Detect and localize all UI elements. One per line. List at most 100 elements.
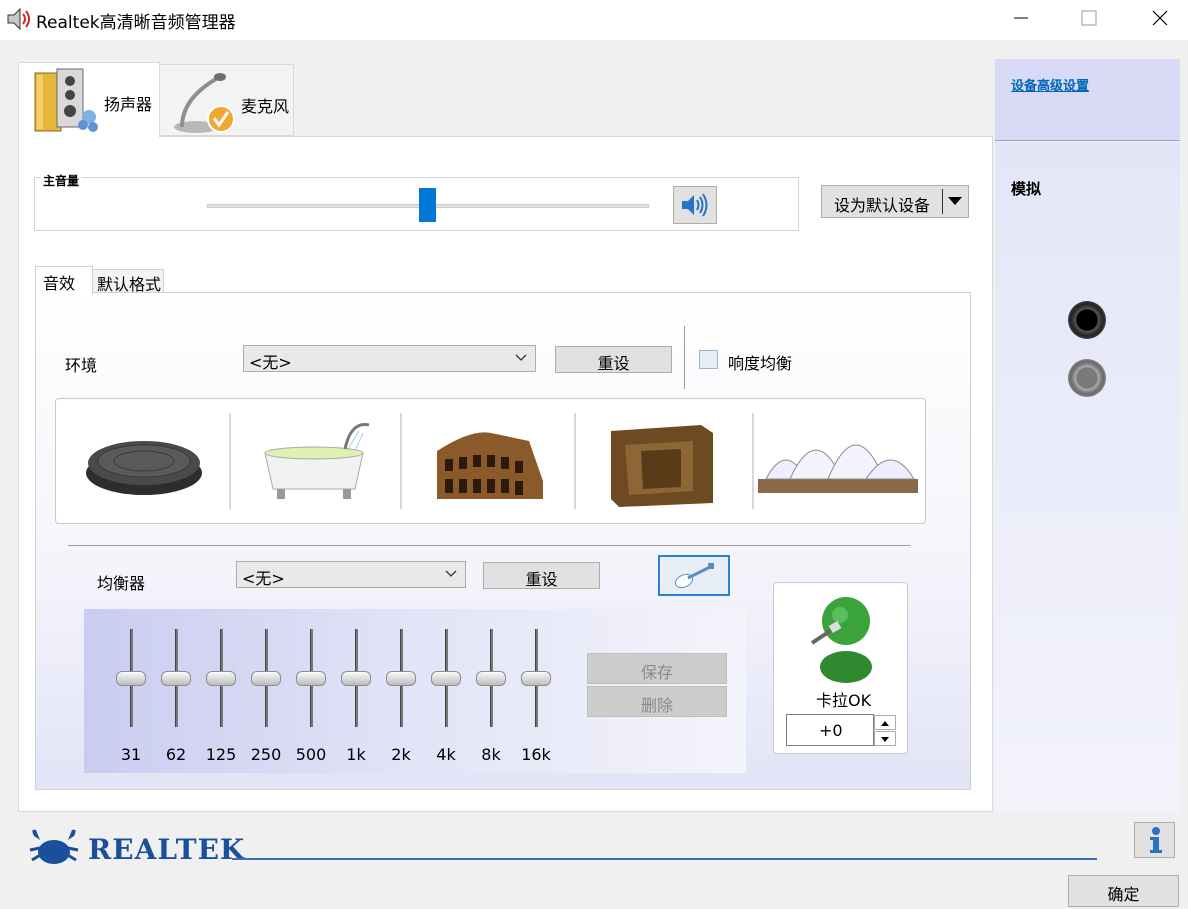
eq-slider-thumb[interactable] (161, 671, 191, 686)
tab-sound-effects[interactable]: 音效 (35, 266, 93, 294)
eq-slider-4k[interactable] (431, 629, 461, 729)
eq-band-label: 62 (165, 745, 187, 764)
eq-slider-thumb[interactable] (521, 671, 551, 686)
eq-slider-thumb[interactable] (206, 671, 236, 686)
eq-band-label: 1k (346, 745, 366, 764)
advanced-settings-panel: 设备高级设置 (995, 59, 1180, 141)
vertical-divider (684, 326, 685, 389)
tab-speakers[interactable]: 扬声器 (18, 62, 160, 137)
eq-band-label: 250 (250, 745, 282, 764)
save-preset-button[interactable]: 保存 (587, 653, 727, 684)
eq-slider-8k[interactable] (476, 629, 506, 729)
minimize-button[interactable] (998, 0, 1044, 36)
chevron-down-icon (515, 354, 527, 361)
colosseum-icon (437, 432, 543, 499)
speaker-volume-icon (7, 7, 30, 31)
opera-house-icon (758, 444, 918, 493)
eq-band-label: 31 (120, 745, 142, 764)
analog-label: 模拟 (1011, 180, 1042, 198)
mute-button[interactable] (673, 186, 717, 224)
dropdown-arrow-icon[interactable] (948, 197, 962, 205)
chevron-down-icon (445, 570, 457, 577)
device-advanced-settings-link[interactable]: 设备高级设置 (1011, 75, 1089, 94)
eq-slider-62[interactable] (161, 629, 191, 729)
eq-band-label: 4k (436, 745, 456, 764)
karaoke-label: 卡拉OK (816, 691, 872, 710)
speakers-icon (34, 68, 98, 132)
set-default-device-label: 设为默认设备 (834, 196, 931, 215)
eq-slider-thumb[interactable] (251, 671, 281, 686)
manhole-cover-icon (86, 441, 202, 495)
arrow-down-icon (881, 737, 889, 742)
master-volume-group: 主音量 (34, 172, 799, 231)
equalizer-reset-button[interactable]: 重设 (483, 562, 600, 589)
preset-stone-room[interactable] (601, 411, 771, 511)
microphone-icon (174, 73, 235, 133)
karaoke-panel: 卡拉OK +0 (773, 582, 908, 754)
split-divider (942, 189, 943, 214)
guitar-mode-button[interactable] (658, 555, 730, 596)
eq-slider-500[interactable] (296, 629, 326, 729)
eq-band-label: 16k (521, 745, 551, 764)
eq-slider-16k[interactable] (521, 629, 551, 729)
eq-slider-thumb[interactable] (386, 671, 416, 686)
karaoke-increase-button[interactable] (874, 715, 896, 730)
eq-slider-1k[interactable] (341, 629, 371, 729)
set-default-device-button[interactable]: 设为默认设备 (821, 185, 969, 218)
tab-default-format[interactable]: 默认格式 (92, 269, 164, 294)
loudness-equalization-label: 响度均衡 (728, 354, 793, 373)
eq-band-label: 8k (481, 745, 501, 764)
eq-slider-thumb[interactable] (341, 671, 371, 686)
bathtub-icon (264, 423, 370, 499)
preset-concert-hall[interactable] (756, 411, 926, 511)
eq-slider-thumb[interactable] (431, 671, 461, 686)
karaoke-value-field[interactable]: +0 (786, 714, 874, 746)
eq-band-label: 125 (205, 745, 237, 764)
preset-bathroom[interactable] (251, 411, 421, 511)
equalizer-select[interactable]: <无> (236, 561, 466, 588)
environment-select[interactable]: <无> (243, 345, 536, 372)
eq-slider-2k[interactable] (386, 629, 416, 729)
ok-button[interactable]: 确定 (1068, 875, 1179, 907)
eq-slider-thumb[interactable] (296, 671, 326, 686)
master-volume-label: 主音量 (41, 172, 82, 189)
window-title: Realtek高清晰音频管理器 (36, 13, 236, 33)
eq-band-label: 2k (391, 745, 411, 764)
horizontal-divider (68, 545, 910, 546)
eq-slider-250[interactable] (251, 629, 281, 729)
environment-select-value: <无> (249, 353, 292, 372)
karaoke-decrease-button[interactable] (874, 731, 896, 746)
eq-slider-31[interactable] (116, 629, 146, 729)
preset-divider (574, 413, 576, 509)
title-bar: Realtek高清晰音频管理器 (0, 0, 1188, 40)
karaoke-singer-icon (810, 597, 872, 683)
info-icon (1150, 827, 1162, 853)
equalizer-select-value: <无> (242, 569, 285, 588)
preset-divider (400, 413, 402, 509)
environment-reset-button[interactable]: 重设 (555, 346, 672, 373)
maximize-button[interactable] (1066, 0, 1112, 36)
eq-slider-thumb[interactable] (116, 671, 146, 686)
eq-slider-thumb[interactable] (476, 671, 506, 686)
info-button[interactable] (1134, 822, 1175, 858)
arrow-up-icon (881, 721, 889, 726)
eq-slider-125[interactable] (206, 629, 236, 729)
eq-band-label: 500 (295, 745, 327, 764)
close-button[interactable] (1137, 0, 1183, 36)
realtek-crab-icon (29, 829, 79, 864)
audio-jack-black-icon[interactable] (1068, 301, 1106, 339)
guitar-icon (674, 563, 714, 589)
audio-jack-gray-icon[interactable] (1068, 359, 1106, 397)
preset-divider (752, 413, 754, 509)
speaker-volume-icon (682, 193, 708, 217)
master-volume-thumb[interactable] (419, 188, 436, 222)
loudness-equalization-checkbox[interactable] (699, 350, 718, 369)
preset-manhole[interactable] (74, 411, 244, 511)
brand-name: REALTEK (88, 833, 246, 866)
equalizer-label: 均衡器 (97, 574, 146, 593)
stone-room-icon (611, 425, 713, 507)
tab-microphone[interactable]: 麦克风 (159, 64, 294, 136)
environment-label: 环境 (65, 356, 98, 375)
delete-preset-button[interactable]: 删除 (587, 686, 727, 717)
tab-microphone-label: 麦克风 (241, 97, 290, 116)
